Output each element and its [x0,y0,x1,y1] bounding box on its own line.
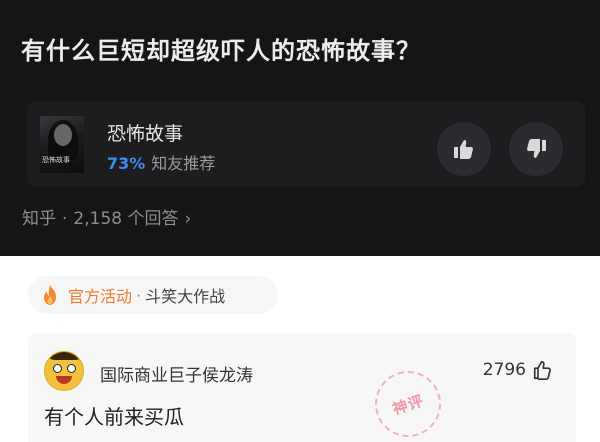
film-card[interactable]: 恐怖故事 恐怖故事 73% 知友推荐 [27,102,585,186]
comment-text: 有个人前来买瓜 [44,405,184,429]
featured-comment-stamp: 神评 [366,362,450,442]
event-separator: · [136,285,142,305]
upvote-button[interactable] [437,122,491,176]
answer-count: 2,158 个回答 [73,209,179,229]
event-tag-pill[interactable]: 官方活动 · 斗笑大作战 [28,276,278,314]
question-card: 有什么巨短却超级吓人的恐怖故事？ 恐怖故事 恐怖故事 73% 知友推荐 知乎 · 2,… [0,0,600,256]
flame-icon [44,285,56,305]
film-name[interactable]: 恐怖故事 [107,119,183,146]
recommend-line: 73% 知友推荐 [107,150,215,174]
comment-author[interactable]: 国际商业巨子侯龙涛 [100,361,253,386]
source-label: 知乎 [22,209,56,229]
avatar[interactable] [44,351,84,391]
like-count: 2796 [482,360,526,380]
question-title[interactable]: 有什么巨短却超级吓人的恐怖故事？ [21,31,421,66]
thumbs-up-outline-icon [533,360,551,380]
film-poster[interactable]: 恐怖故事 [40,116,84,173]
event-tag: 官方活动 [68,287,133,306]
chevron-right-icon: › [184,209,192,229]
recommend-percent: 73% [107,154,146,173]
stamp-text: 神评 [390,390,427,418]
poster-text: 恐怖故事 [42,156,70,164]
thumbs-down-icon [527,139,546,158]
recommend-label: 知友推荐 [151,154,216,173]
comment-card[interactable]: 国际商业巨子侯龙涛 2796 神评 有个人前来买瓜 [28,333,576,442]
meta-separator: · [62,209,68,229]
answers-link[interactable]: 知乎 · 2,158 个回答 › [22,204,191,229]
thumbs-up-icon [454,140,473,159]
like-button[interactable]: 2796 [483,359,554,381]
downvote-button[interactable] [509,122,563,176]
event-name: 斗笑大作战 [145,287,226,306]
